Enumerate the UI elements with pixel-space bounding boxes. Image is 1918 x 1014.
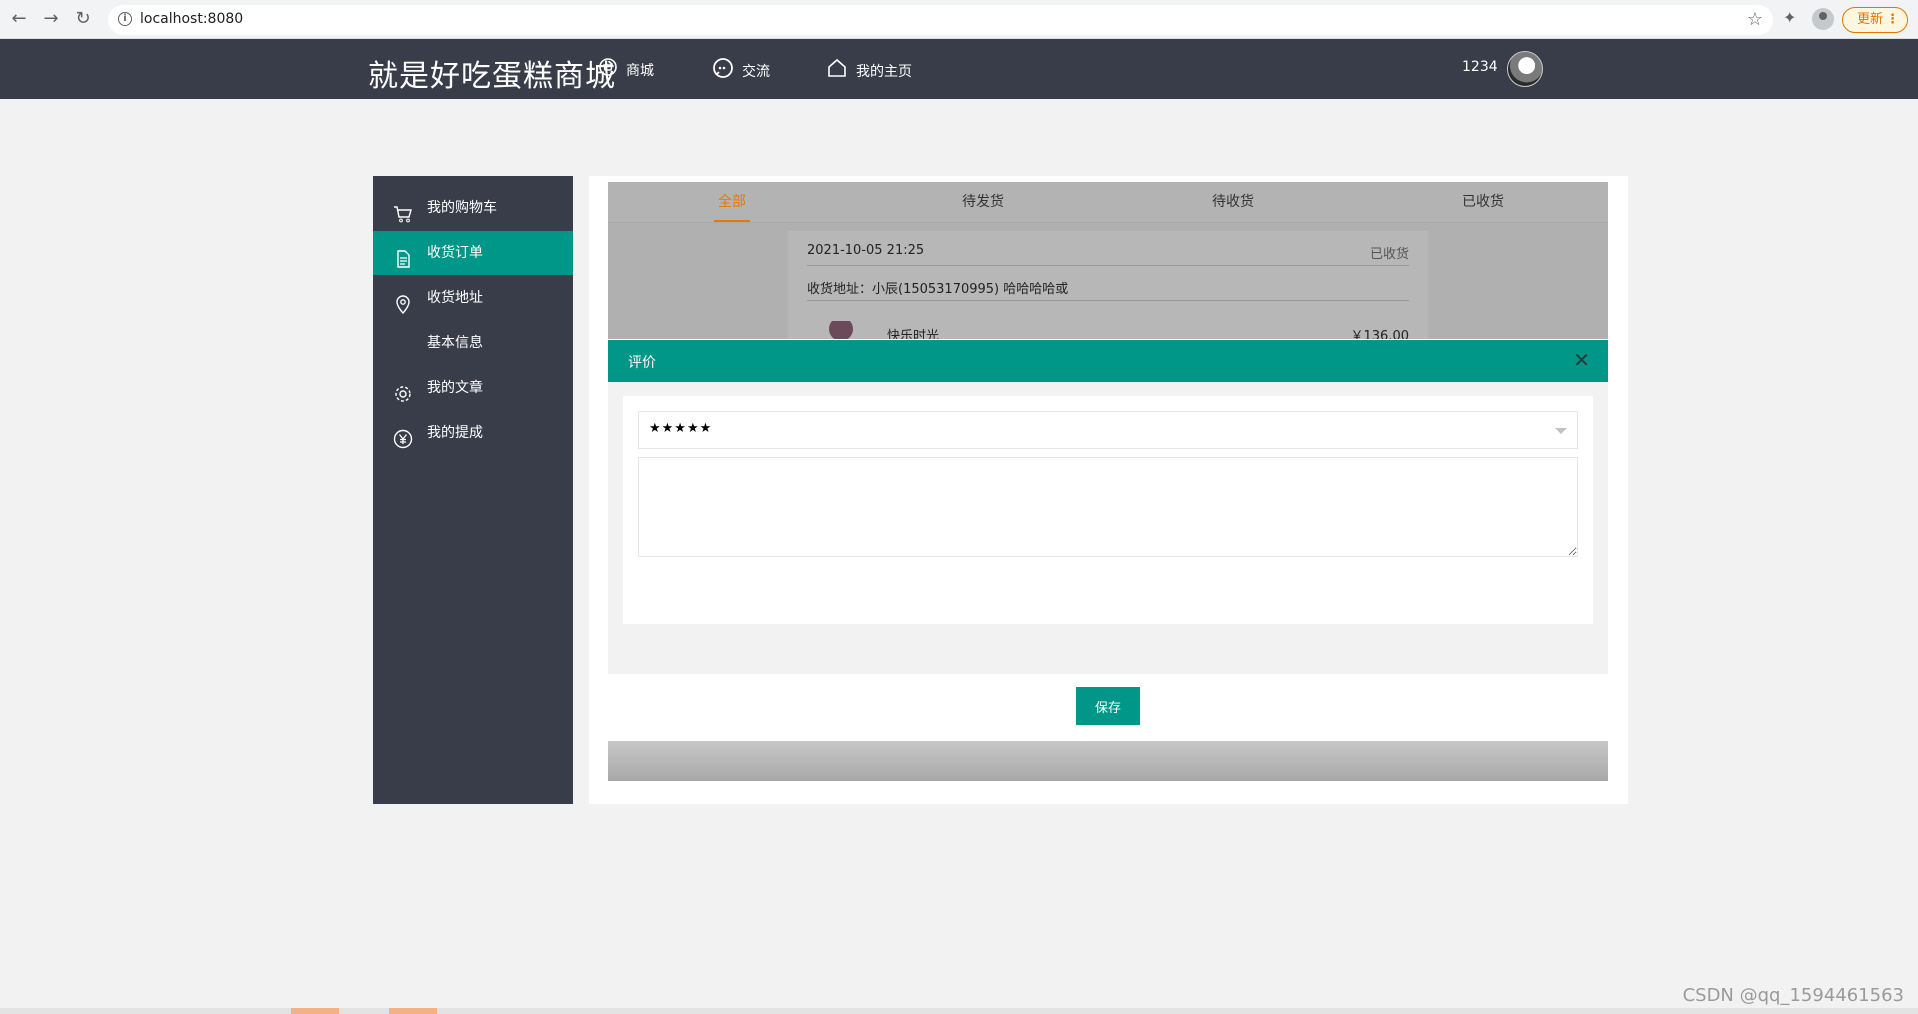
dialog-body: ★★★★★ bbox=[608, 382, 1608, 674]
sidebar-item-label: 收货订单 bbox=[427, 245, 483, 261]
sidebar-item-address[interactable]: 收货地址 bbox=[373, 276, 573, 320]
profile-icon[interactable] bbox=[1812, 8, 1834, 30]
sidebar-item-cart[interactable]: 我的购物车 bbox=[373, 186, 573, 230]
order-header: 2021-10-05 21:25 已收货 bbox=[807, 243, 1409, 262]
url-text: localhost:8080 bbox=[140, 11, 244, 27]
avatar[interactable] bbox=[1507, 51, 1543, 87]
nav-label: 商城 bbox=[626, 63, 654, 79]
sidebar-item-label: 我的购物车 bbox=[427, 200, 497, 216]
sidebar-item-orders[interactable]: 收货订单 bbox=[373, 231, 573, 275]
dimmed-area bbox=[608, 741, 1608, 781]
divider bbox=[807, 265, 1409, 266]
dialog-header: 评价 ✕ bbox=[608, 340, 1608, 382]
update-label: 更新 bbox=[1857, 12, 1884, 27]
sidebar-item-label: 基本信息 bbox=[427, 335, 483, 351]
browser-toolbar: ← → ↻ i localhost:8080 ☆ ✦ 更新 ⋮ bbox=[0, 0, 1918, 39]
site-info-icon[interactable]: i bbox=[118, 12, 132, 26]
chat-icon bbox=[712, 57, 734, 87]
sidebar-item-commission[interactable]: 我的提成 bbox=[373, 411, 573, 455]
product-thumbnail bbox=[829, 321, 853, 339]
rating-value: ★★★★★ bbox=[649, 421, 713, 436]
document-icon bbox=[393, 243, 413, 268]
order-tabs: 全部 待发货 待收货 已收货 bbox=[608, 182, 1608, 223]
strip-segment bbox=[389, 1008, 437, 1014]
order-datetime: 2021-10-05 21:25 bbox=[807, 243, 925, 258]
strip-segment bbox=[291, 1008, 339, 1014]
back-icon[interactable]: ← bbox=[8, 8, 30, 30]
yen-icon bbox=[393, 423, 413, 449]
tab-pending-receipt[interactable]: 待收货 bbox=[1212, 182, 1254, 222]
sidebar-item-label: 收货地址 bbox=[427, 290, 483, 306]
comment-textarea[interactable] bbox=[638, 457, 1578, 557]
site-title[interactable]: 就是好吃蛋糕商城 bbox=[368, 51, 616, 95]
nav-label: 交流 bbox=[742, 64, 770, 80]
bookmark-star-icon[interactable]: ☆ bbox=[1747, 9, 1763, 30]
sidebar-item-label: 我的文章 bbox=[427, 380, 483, 396]
shop-icon bbox=[598, 57, 618, 85]
address-bar[interactable]: i localhost:8080 ☆ bbox=[108, 5, 1773, 35]
sidebar-item-articles[interactable]: 我的文章 bbox=[373, 366, 573, 410]
tab-pending-shipment[interactable]: 待发货 bbox=[962, 182, 1004, 222]
cart-icon bbox=[393, 198, 413, 223]
taskbar-strip bbox=[0, 1008, 1918, 1014]
site-header: 就是好吃蛋糕商城 商城 交流 我的主页 1234 bbox=[0, 39, 1918, 99]
location-icon bbox=[393, 288, 413, 315]
watermark: CSDN @qq_1594461563 bbox=[1682, 985, 1904, 1006]
order-product-row: 快乐时光 ￥136.00 bbox=[807, 321, 1409, 339]
reload-icon[interactable]: ↻ bbox=[72, 8, 94, 30]
nav-label: 我的主页 bbox=[856, 64, 912, 80]
review-dialog: 评价 ✕ ★★★★★ 保存 bbox=[608, 340, 1608, 740]
order-list: 2021-10-05 21:25 已收货 收货地址：小辰(15053170995… bbox=[608, 223, 1608, 339]
nav-item-chat[interactable]: 交流 bbox=[712, 57, 770, 81]
nav-item-shop[interactable]: 商城 bbox=[598, 57, 654, 81]
forward-icon[interactable]: → bbox=[40, 8, 62, 30]
tab-all[interactable]: 全部 bbox=[714, 182, 750, 222]
order-address: 收货地址：小辰(15053170995) 哈哈哈哈或 bbox=[807, 282, 1069, 297]
extensions-icon[interactable]: ✦ bbox=[1783, 8, 1796, 27]
gear-icon bbox=[393, 378, 413, 402]
home-icon bbox=[826, 57, 848, 87]
divider bbox=[807, 300, 1409, 301]
sidebar-item-profile[interactable]: 基本信息 bbox=[373, 321, 573, 365]
tab-received[interactable]: 已收货 bbox=[1462, 182, 1504, 222]
username[interactable]: 1234 bbox=[1462, 59, 1498, 75]
menu-dots-icon: ⋮ bbox=[1886, 12, 1899, 27]
update-button[interactable]: 更新 ⋮ bbox=[1842, 7, 1908, 33]
sidebar: 我的购物车 收货订单 收货地址 基本信息 我的文章 我的提成 bbox=[373, 176, 573, 804]
rating-select[interactable]: ★★★★★ bbox=[638, 411, 1578, 449]
order-status: 已收货 bbox=[1369, 247, 1409, 262]
save-button[interactable]: 保存 bbox=[1076, 687, 1140, 725]
chevron-down-icon bbox=[1555, 428, 1567, 434]
close-icon[interactable]: ✕ bbox=[1573, 349, 1590, 371]
nav-item-home[interactable]: 我的主页 bbox=[826, 57, 912, 81]
order-card: 2021-10-05 21:25 已收货 收货地址：小辰(15053170995… bbox=[788, 231, 1428, 339]
sidebar-item-label: 我的提成 bbox=[427, 425, 483, 441]
review-form: ★★★★★ bbox=[623, 396, 1593, 624]
dialog-title: 评价 bbox=[628, 355, 656, 371]
dialog-footer: 保存 bbox=[608, 674, 1608, 740]
product-price: ￥136.00 bbox=[1350, 329, 1410, 339]
product-name: 快乐时光 bbox=[887, 329, 940, 339]
